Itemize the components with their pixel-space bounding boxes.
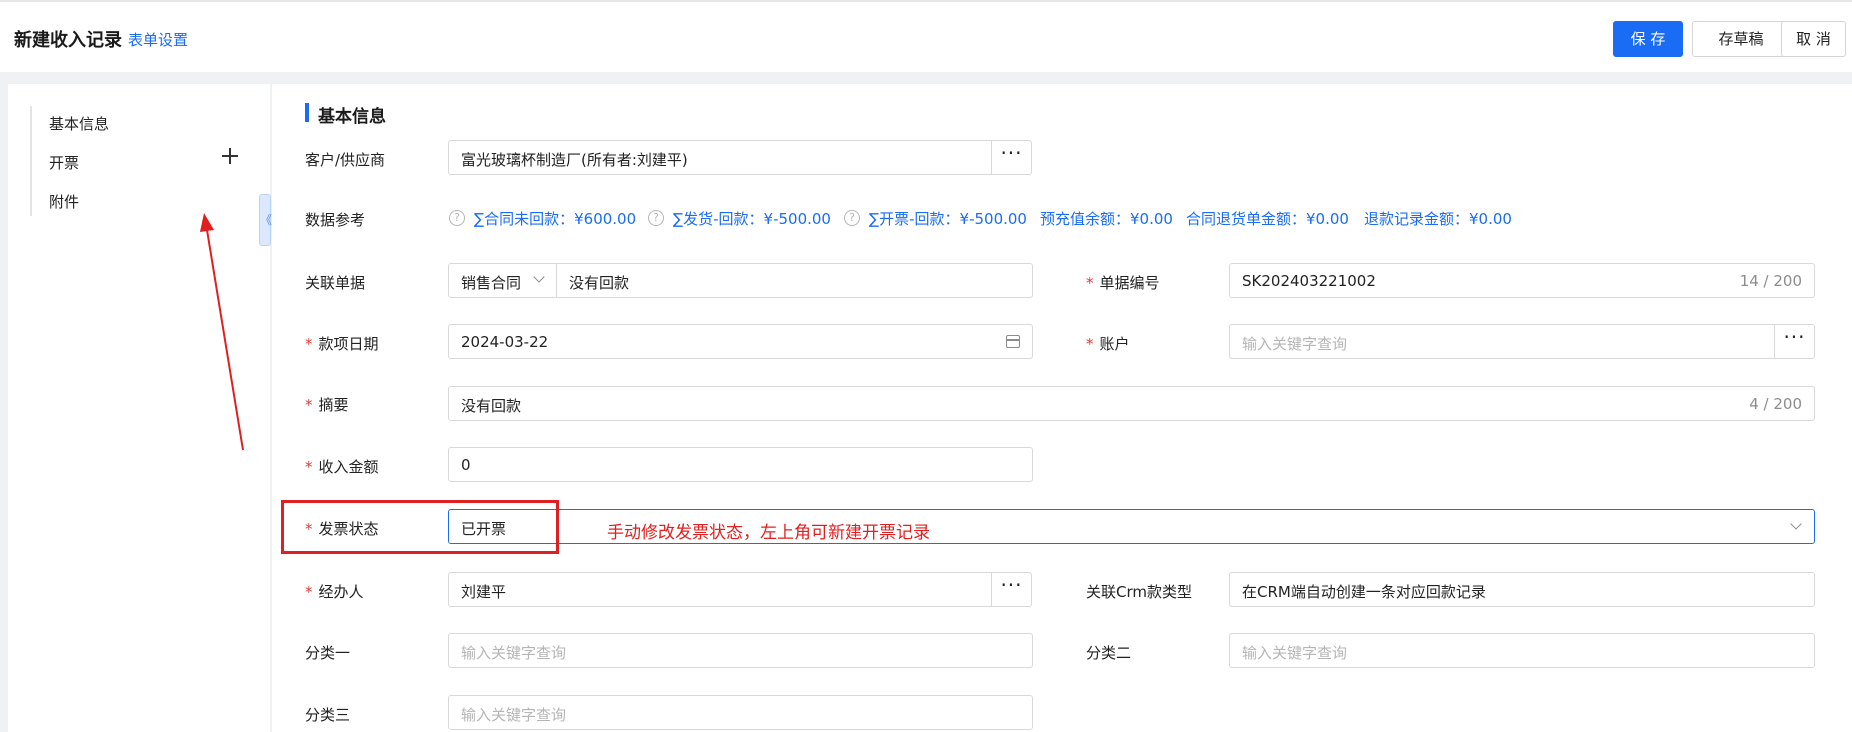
cancel-button[interactable]: 取 消 [1781,21,1846,57]
ref-shipment-payment: ∑发货-回款：¥-500.00 [673,210,831,228]
related-doc-label: 关联单据 [305,274,366,292]
add-invoice-icon[interactable] [220,146,240,166]
ref-contract-unpaid: ∑合同未回款：¥600.00 [474,210,637,228]
section-marker [305,103,309,122]
data-ref-label: 数据参考 [305,211,366,229]
page-title: 新建收入记录 [14,30,122,51]
crm-type-value: 在CRM端自动创建一条对应回款记录 [1242,583,1486,601]
highlight-box [281,500,559,554]
summary-value: 没有回款 [461,397,522,415]
required-mark: * [1086,274,1094,292]
nav-item-basic-info[interactable]: 基本信息 [49,113,109,134]
category1-placeholder: 输入关键字查询 [461,644,567,662]
category2-label: 分类二 [1086,644,1132,662]
help-icon[interactable]: ? [844,210,860,226]
crm-type-label: 关联Crm款类型 [1086,583,1192,601]
category3-label: 分类三 [305,706,351,724]
annotation-text: 手动修改发票状态，左上角可新建开票记录 [607,523,930,543]
category3-field[interactable]: 输入关键字查询 [448,695,1033,730]
collapse-sidebar-button[interactable]: 《 [259,194,272,246]
crm-type-field[interactable]: 在CRM端自动创建一条对应回款记录 [1229,572,1815,607]
category2-field[interactable]: 输入关键字查询 [1229,633,1815,668]
handler-picker-button[interactable]: ··· [991,573,1031,606]
nav-item-attachment[interactable]: 附件 [49,191,79,212]
ref-return-amount: 合同退货单金额：¥0.00 [1186,210,1349,228]
category3-placeholder: 输入关键字查询 [461,706,567,724]
chevron-down-icon [533,271,545,283]
handler-field[interactable]: 刘建平 ··· [448,572,1032,607]
section-title: 基本信息 [318,107,386,127]
handler-label: * 经办人 [305,583,364,601]
save-button[interactable]: 保 存 [1613,21,1683,57]
customer-picker-button[interactable]: ··· [991,141,1031,174]
doc-no-label: * 单据编号 [1086,274,1160,292]
calendar-icon [1006,335,1020,348]
help-icon[interactable]: ? [648,210,664,226]
required-mark: * [305,583,313,601]
help-icon[interactable]: ? [449,210,465,226]
related-doc-field[interactable]: 销售合同 没有回款 [448,263,1033,298]
amount-field[interactable]: 0 [448,447,1033,482]
amount-label: * 收入金额 [305,458,379,476]
chevron-down-icon [1790,518,1802,530]
date-picker[interactable]: 2024-03-22 [448,324,1033,359]
top-bar: 新建收入记录 表单设置 保 存 存草稿 取 消 [0,0,1852,72]
amount-value: 0 [461,456,471,474]
date-label: * 款项日期 [305,335,379,353]
customer-label: 客户/供应商 [305,151,386,169]
account-placeholder: 输入关键字查询 [1242,335,1348,353]
doc-no-value: SK202403221002 [1242,272,1376,290]
doc-no-counter: 14 / 200 [1739,272,1802,290]
related-doc-type-select[interactable]: 销售合同 [449,264,557,297]
annotation-arrow [200,213,244,451]
related-doc-value: 没有回款 [569,274,630,292]
required-mark: * [305,458,313,476]
ref-refund-amount: 退款记录金额：¥0.00 [1364,210,1512,228]
customer-value: 富光玻璃杯制造厂(所有者:刘建平) [461,151,688,169]
account-field[interactable]: 输入关键字查询 ··· [1229,324,1815,359]
ref-invoice-payment: ∑开票-回款：¥-500.00 [869,210,1027,228]
form-settings-link[interactable]: 表单设置 [128,29,188,50]
nav-item-invoice[interactable]: 开票 [49,152,79,173]
customer-field[interactable]: 富光玻璃杯制造厂(所有者:刘建平) ··· [448,140,1032,175]
required-mark: * [305,396,313,414]
summary-label: * 摘要 [305,396,349,414]
required-mark: * [1086,335,1094,353]
account-picker-button[interactable]: ··· [1774,325,1814,358]
required-mark: * [305,335,313,353]
category1-field[interactable]: 输入关键字查询 [448,633,1033,668]
save-draft-button[interactable]: 存草稿 [1692,21,1790,57]
ref-prepaid-balance: 预充值余额：¥0.00 [1040,210,1173,228]
summary-field[interactable]: 没有回款 4 / 200 [448,386,1815,421]
handler-value: 刘建平 [461,583,507,601]
category2-placeholder: 输入关键字查询 [1242,644,1348,662]
nav-track [30,106,32,216]
category1-label: 分类一 [305,644,351,662]
summary-counter: 4 / 200 [1749,395,1802,413]
date-value: 2024-03-22 [461,333,549,351]
related-doc-type-value: 销售合同 [461,274,522,292]
account-label: * 账户 [1086,335,1130,353]
doc-no-field[interactable]: SK202403221002 14 / 200 [1229,263,1815,298]
